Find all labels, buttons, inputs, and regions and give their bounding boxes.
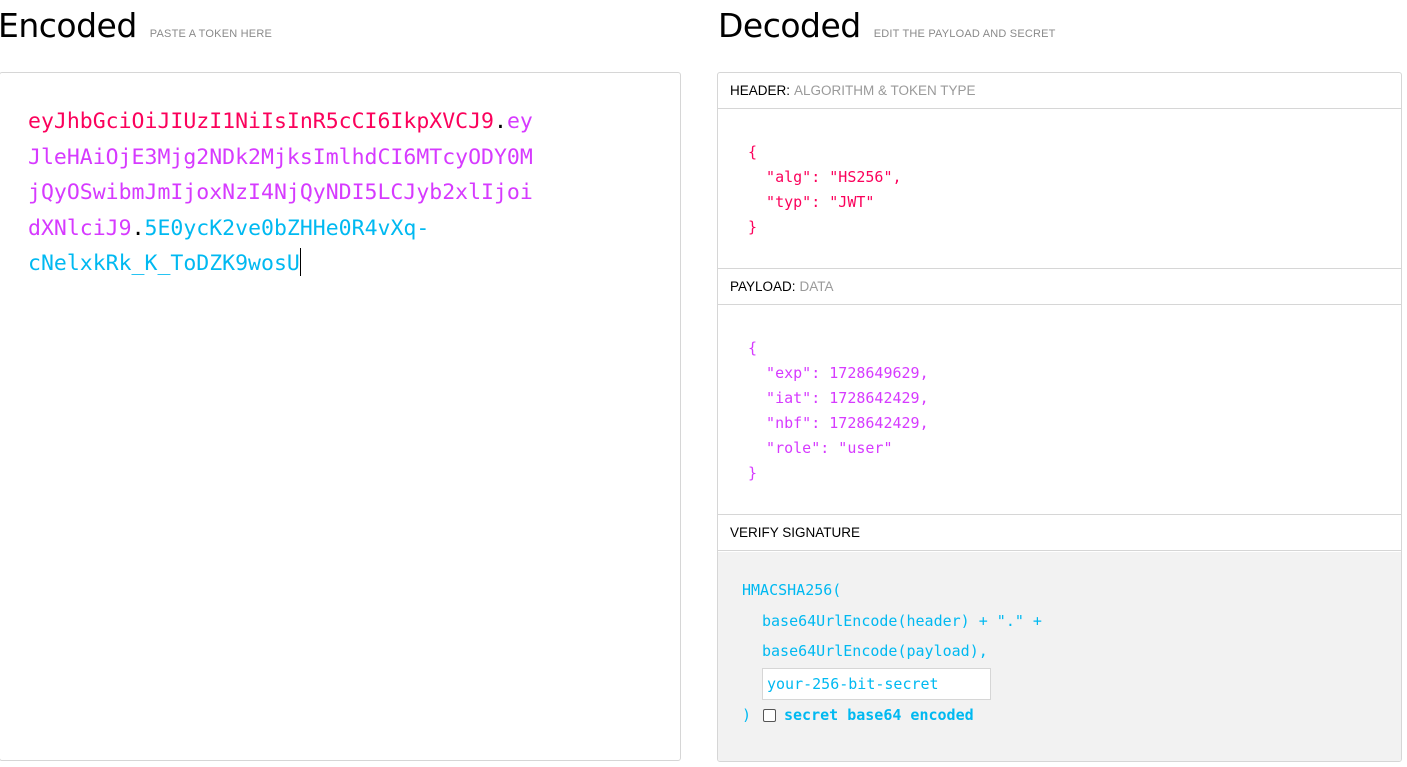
- secret-input[interactable]: [762, 668, 991, 700]
- payload-section-title: PAYLOAD: DATA: [718, 269, 1401, 305]
- json-line: "exp": 1728649629,: [748, 364, 929, 382]
- secret-base64-checkbox[interactable]: [763, 709, 776, 722]
- header-section-title: HEADER: ALGORITHM & TOKEN TYPE: [718, 73, 1401, 109]
- encoded-title: Encoded: [0, 6, 137, 45]
- json-line: {: [748, 143, 758, 161]
- json-line: }: [748, 218, 758, 236]
- secret-base64-label[interactable]: secret base64 encoded: [784, 706, 974, 724]
- hmac-payload-line: base64UrlEncode(payload),: [762, 642, 988, 660]
- header-section-label: HEADER:: [730, 83, 791, 98]
- payload-json-editor[interactable]: { "exp": 1728649629, "iat": 1728642429, …: [748, 336, 929, 486]
- payload-section-sublabel: DATA: [799, 279, 834, 294]
- json-line: "iat": 1728642429,: [748, 389, 929, 407]
- token-signature-part: cNelxkRk_K_ToDZK9wosU: [28, 251, 300, 276]
- encoded-token-text[interactable]: eyJhbGciOiJIUzI1NiIsInR5cCI6IkpXVCJ9.ey …: [28, 104, 598, 282]
- hmac-header-line: base64UrlEncode(header) + "." +: [762, 612, 1042, 630]
- encoded-heading: Encoded PASTE A TOKEN HERE: [0, 6, 272, 45]
- text-caret: [299, 248, 301, 276]
- token-header-part: eyJhbGciOiJIUzI1NiIsInR5cCI6IkpXVCJ9: [28, 109, 494, 134]
- verify-section-label: VERIFY SIGNATURE: [730, 525, 861, 540]
- token-payload-part: jQyOSwibmJmIjoxNzI4NjQyNDI5LCJyb2xlIjoi: [28, 180, 533, 205]
- jwt-debugger: Encoded PASTE A TOKEN HERE eyJhbGciOiJIU…: [0, 0, 1407, 767]
- token-payload-part: ey: [506, 109, 533, 134]
- token-dot: .: [131, 215, 145, 241]
- token-payload-part: JleHAiOjE3Mjg2NDk2MjksImlhdCI6MTcyODY0M: [28, 144, 533, 170]
- token-dot: .: [494, 109, 507, 134]
- decoded-heading: Decoded EDIT THE PAYLOAD AND SECRET: [718, 6, 1056, 45]
- hmac-function-open: HMACSHA256(: [742, 581, 842, 599]
- json-line: "nbf": 1728642429,: [748, 414, 929, 432]
- json-line: {: [748, 339, 758, 357]
- json-line: "typ": "JWT": [748, 193, 875, 211]
- verify-signature-body: HMACSHA256( base64UrlEncode(header) + ".…: [718, 552, 1401, 761]
- token-signature-part: 5E0ycK2ve0bZHHe0R4vXq-: [144, 215, 430, 241]
- json-line: }: [748, 464, 758, 482]
- encoded-hint: PASTE A TOKEN HERE: [149, 28, 272, 40]
- verify-section-title: VERIFY SIGNATURE: [718, 515, 1401, 551]
- payload-section-label: PAYLOAD:: [730, 279, 796, 294]
- hmac-function-close: ): [742, 706, 752, 724]
- json-line: "role": "user": [748, 439, 893, 457]
- decoded-panel: HEADER: ALGORITHM & TOKEN TYPE { "alg": "…: [717, 72, 1402, 762]
- decoded-hint: EDIT THE PAYLOAD AND SECRET: [873, 28, 1056, 40]
- header-json-editor[interactable]: { "alg": "HS256", "typ": "JWT"}: [748, 140, 902, 240]
- json-line: "alg": "HS256",: [748, 168, 902, 186]
- decoded-title: Decoded: [718, 6, 861, 45]
- token-payload-part: dXNlciJ9: [28, 215, 132, 241]
- header-section-sublabel: ALGORITHM & TOKEN TYPE: [794, 83, 976, 98]
